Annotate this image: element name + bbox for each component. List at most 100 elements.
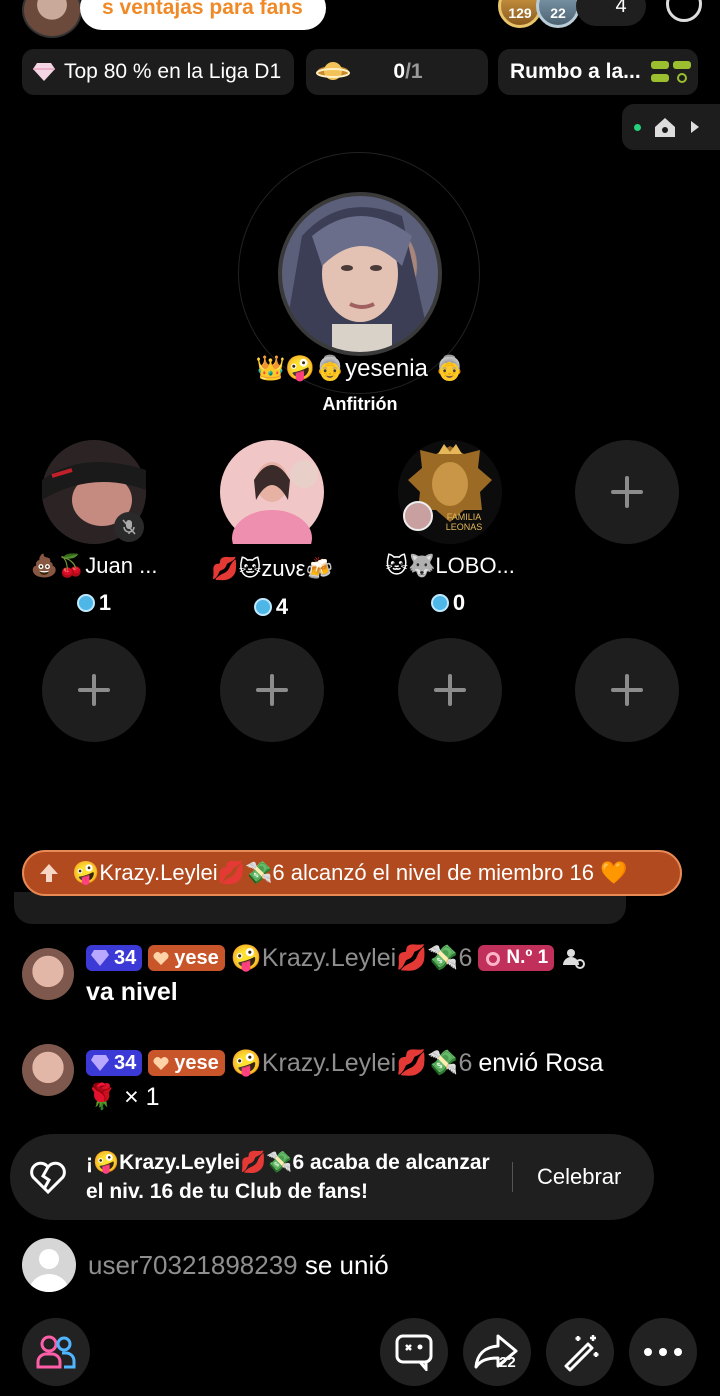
promo-text: s ventajas para fans	[102, 0, 303, 19]
medal-icon	[486, 952, 501, 966]
guest-seat-name[interactable]: 💋🐱zuνε🍻	[187, 556, 357, 582]
fan-notice-text: ¡🤪Krazy.Leylei💋💸6 acaba de alcanzar el n…	[86, 1151, 490, 1203]
fan-badge-label: yese	[174, 1052, 219, 1074]
league-text: Top 80 % en la Liga D1	[64, 60, 282, 83]
goal-chip[interactable]: Rumbo a la...	[498, 49, 698, 95]
chat-username[interactable]: 🤪Krazy.Leylei💋💸6	[231, 941, 473, 975]
empty-seat[interactable]	[575, 638, 679, 742]
user-avatar[interactable]	[22, 0, 82, 38]
plus-icon	[256, 674, 288, 706]
rank-label: N.º 1	[506, 947, 549, 968]
league-rank-chip[interactable]: Top 80 % en la Liga D1	[22, 49, 294, 95]
heart-icon	[153, 1057, 169, 1070]
level-value: 34	[114, 1052, 137, 1074]
viewer-badge: 129	[508, 5, 532, 21]
celebrate-button[interactable]: Celebrar	[537, 1164, 621, 1190]
plus-icon	[434, 674, 466, 706]
progress-total: /1	[405, 60, 423, 83]
fan-badge-label: yese	[174, 947, 219, 969]
more-dots-icon	[644, 1348, 682, 1356]
gem-icon	[253, 598, 272, 616]
level-value: 34	[114, 947, 137, 969]
user-connect-icon[interactable]	[560, 945, 586, 971]
share-button[interactable]: 22	[463, 1318, 531, 1386]
diamond-icon	[91, 950, 109, 966]
gem-icon	[76, 594, 95, 612]
diamond-icon	[91, 1055, 109, 1071]
heart-icon	[153, 952, 169, 965]
fan-club-notice[interactable]: ¡🤪Krazy.Leylei💋💸6 acaba de alcanzar el n…	[10, 1134, 654, 1220]
plus-icon	[611, 674, 643, 706]
guest-score-value: 1	[98, 590, 112, 615]
level-badge[interactable]: 34	[86, 945, 143, 971]
chat-message: 34 yese 🤪Krazy.Leylei💋💸6 N.º 1 va nivel	[86, 941, 706, 1009]
guest-seat-name[interactable]: 💩🍒Juan ...	[9, 553, 179, 579]
guest-seat-avatar[interactable]: FAMILIA LEONAS	[398, 440, 502, 544]
empty-seat[interactable]	[220, 638, 324, 742]
guest-seat-score: 0	[398, 590, 498, 616]
family-logo-text: FAMILIA LEONAS	[445, 512, 483, 532]
goal-text: Rumbo a la...	[510, 60, 641, 83]
people-icon	[36, 1335, 76, 1369]
fan-promo-pill[interactable]: s ventajas para fans	[80, 0, 326, 30]
magic-wand-icon	[564, 1335, 599, 1372]
fan-club-badge[interactable]: yese	[148, 945, 225, 971]
banner-text: 🤪Krazy.Leylei💋💸6 alcanzó el nivel de mie…	[72, 860, 628, 885]
guest-photo	[220, 440, 324, 566]
guests-button[interactable]	[22, 1318, 90, 1386]
host-name[interactable]: 👑🤪👵yesenia 👵	[200, 354, 520, 383]
level-up-arrow-icon	[40, 864, 58, 882]
host-avatar[interactable]	[278, 192, 442, 356]
gift-line: 🌹 × 1	[86, 1083, 160, 1111]
guest-seat-score: 4	[221, 594, 321, 620]
join-message: user70321898239 se unió	[88, 1250, 389, 1281]
guest-seat-avatar[interactable]	[220, 440, 324, 566]
guest-seat-name[interactable]: 🐱🐺LOBO...	[365, 553, 535, 579]
diamond-icon	[33, 63, 55, 81]
divider	[512, 1162, 513, 1192]
gem-icon	[430, 594, 449, 612]
top-viewer-avatar[interactable]: 22	[536, 0, 580, 28]
viewer-badge: 22	[550, 5, 566, 21]
level-badge[interactable]: 34	[86, 1050, 143, 1076]
progress-value: 0	[393, 60, 406, 83]
home-icon[interactable]	[653, 116, 677, 138]
mini-controls[interactable]	[622, 104, 720, 150]
guest-score-value: 0	[452, 590, 466, 615]
play-arrow-icon[interactable]	[689, 119, 701, 135]
chat-user-avatar[interactable]	[22, 948, 74, 1000]
empty-seat[interactable]	[42, 638, 146, 742]
planet-icon	[316, 62, 350, 80]
host-role-label: Anfitrión	[322, 394, 398, 414]
comment-button[interactable]	[380, 1318, 448, 1386]
more-options-button[interactable]	[629, 1318, 697, 1386]
default-avatar-icon	[29, 1249, 69, 1292]
heart-outline-icon	[30, 1161, 66, 1195]
plus-icon	[78, 674, 110, 706]
join-username[interactable]: user70321898239	[88, 1250, 298, 1280]
chat-text: envió Rosa	[478, 1049, 604, 1077]
previous-notice-edge	[14, 892, 626, 924]
join-action: se unió	[304, 1250, 389, 1280]
viewer-count-label: 4	[615, 0, 627, 17]
fan-club-badge[interactable]: yese	[148, 1050, 225, 1076]
chat-message: 34 yese 🤪Krazy.Leylei💋💸6 envió Rosa 🌹 × …	[86, 1046, 706, 1114]
viewer-count[interactable]: 4	[576, 0, 646, 26]
share-count: 22	[499, 1354, 516, 1371]
chat-username[interactable]: 🤪Krazy.Leylei💋💸6	[231, 1046, 473, 1080]
rank-badge[interactable]: N.º 1	[478, 945, 555, 971]
empty-seat[interactable]	[575, 440, 679, 544]
plus-icon	[611, 476, 643, 508]
live-dot-icon	[634, 123, 641, 131]
join-user-avatar[interactable]	[22, 1238, 76, 1292]
chat-text: va nivel	[86, 978, 178, 1006]
close-button[interactable]	[666, 0, 702, 22]
chat-user-avatar[interactable]	[22, 1044, 74, 1096]
mic-muted-icon	[114, 512, 144, 542]
empty-seat[interactable]	[398, 638, 502, 742]
guest-score-value: 4	[275, 594, 289, 619]
goal-progress-chip[interactable]: 0/1	[306, 49, 488, 95]
guest-seat-score: 1	[44, 590, 144, 616]
effects-button[interactable]	[546, 1318, 614, 1386]
level-up-banner[interactable]: 🤪Krazy.Leylei💋💸6 alcanzó el nivel de mie…	[22, 850, 682, 896]
